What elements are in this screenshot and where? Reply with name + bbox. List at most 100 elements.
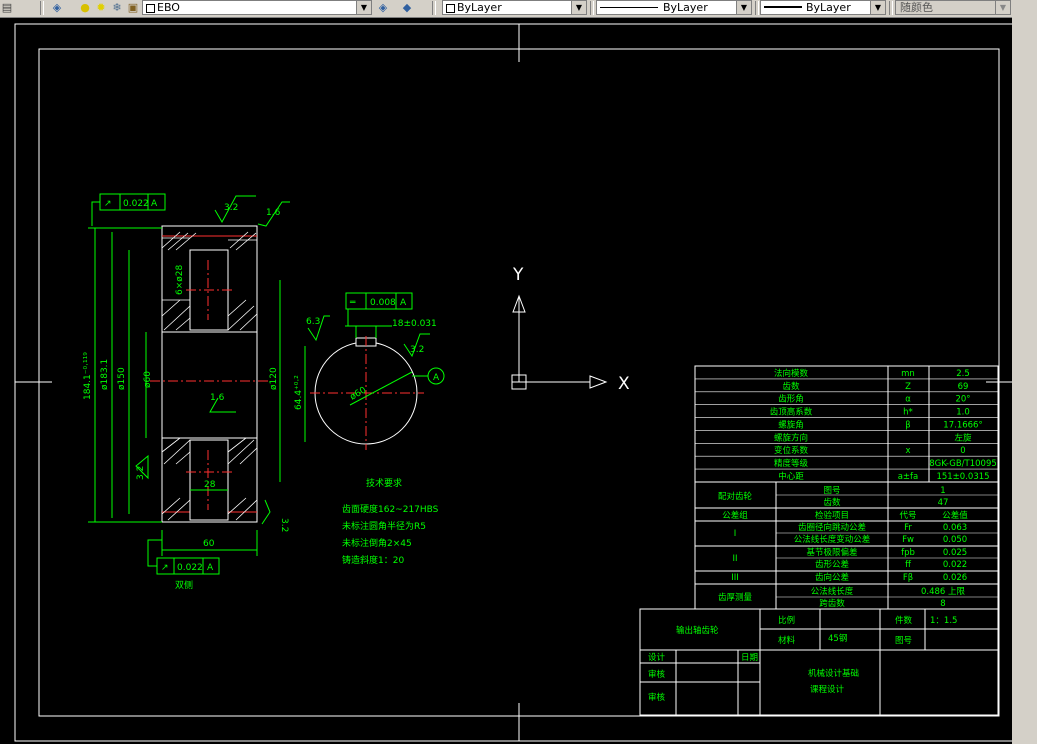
chevron-down-icon[interactable]: ▼ bbox=[995, 1, 1010, 14]
mate-value: 47 bbox=[938, 498, 949, 508]
param-value: 17.1666° bbox=[943, 420, 982, 430]
freeze-icon[interactable]: ❄ bbox=[110, 1, 124, 15]
tol-value: 0.026 bbox=[943, 573, 967, 583]
tol-name: 齿形公差 bbox=[815, 559, 849, 570]
lineweight-value: ByLayer bbox=[806, 1, 851, 14]
tol-bot-symbol: ↗ bbox=[161, 563, 169, 573]
tech-line-4: 铸造斜度1：20 bbox=[342, 554, 404, 566]
plotstyle-combo[interactable]: 随颜色 ▼ bbox=[895, 0, 1011, 15]
layers-icon[interactable]: ◈ bbox=[50, 1, 64, 15]
linetype-value: ByLayer bbox=[663, 1, 708, 14]
school-line-1: 机械设计基础 bbox=[808, 668, 859, 679]
ucs-y-label: Y bbox=[512, 265, 524, 285]
param-symbol: α bbox=[905, 395, 911, 405]
param-name: 齿形角 bbox=[778, 394, 804, 405]
group-header: 公差组 bbox=[722, 510, 748, 521]
linetype-combo[interactable]: ByLayer ▼ bbox=[596, 0, 752, 15]
key-flat-datum: A bbox=[400, 298, 407, 308]
layers-icon[interactable]: ▤ bbox=[0, 1, 14, 15]
key-rough2: 3.2 bbox=[410, 345, 424, 355]
tol-symbol: Fβ bbox=[903, 573, 913, 583]
review-label: 审核 bbox=[648, 692, 666, 703]
thickness-label: 齿厚测量 bbox=[718, 593, 753, 603]
checker-label: 审核 bbox=[648, 669, 666, 680]
lock-icon[interactable]: ▣ bbox=[126, 1, 140, 15]
param-name: 齿顶高系数 bbox=[770, 407, 813, 418]
param-symbol: β bbox=[905, 420, 910, 430]
chevron-down-icon[interactable]: ▼ bbox=[356, 1, 371, 14]
scale-label: 比例 bbox=[778, 615, 795, 626]
color-combo[interactable]: ByLayer ▼ bbox=[442, 0, 587, 15]
thickness-name: 公法线长度 bbox=[811, 586, 854, 597]
bottom-caption: 双侧 bbox=[175, 579, 193, 591]
part-name: 输出轴齿轮 bbox=[676, 625, 719, 636]
toolbar-separator bbox=[755, 1, 759, 15]
title-block: 输出轴齿轮 比例 1：1.5 材料 45钢 件数 图号 设计 审核 日期 审核 … bbox=[648, 615, 957, 703]
param-value: 8GK-GB/T10095 bbox=[929, 459, 997, 469]
rough-top2: 1.6 bbox=[266, 208, 281, 218]
sun-icon[interactable]: ✹ bbox=[94, 1, 108, 15]
datum-circle-label: A bbox=[433, 373, 440, 383]
thickness-name: 跨齿数 bbox=[819, 598, 845, 609]
param-symbol: mn bbox=[901, 369, 915, 379]
plotstyle-value: 随颜色 bbox=[900, 1, 933, 14]
param-name: 螺旋方向 bbox=[774, 432, 808, 443]
param-name: 精度等级 bbox=[774, 458, 809, 469]
school-line-2: 课程设计 bbox=[810, 684, 845, 695]
key-rough1: 6.3 bbox=[306, 317, 320, 327]
mate-key: 齿数 bbox=[823, 497, 841, 508]
toolbar-separator bbox=[889, 1, 893, 15]
rough-left: 3.2 bbox=[136, 466, 146, 480]
dim-d2: ø183.1 bbox=[100, 359, 110, 390]
dim-d5: ø120 bbox=[269, 367, 279, 390]
rough-right: 3.2 bbox=[279, 518, 289, 532]
layer-combo[interactable]: EBO ▼ bbox=[142, 0, 372, 15]
drawing-canvas[interactable]: Y X 0.022 A ↗ 3.2 1.6 184.1⁻⁰·¹¹⁹ ø183.1… bbox=[0, 18, 1012, 744]
tol-group: II bbox=[732, 554, 737, 564]
param-value: 1.0 bbox=[956, 408, 970, 418]
param-symbol: x bbox=[905, 446, 910, 456]
tol-top-datum: A bbox=[151, 199, 158, 209]
tol-symbol: Fr bbox=[904, 523, 912, 533]
lightbulb-icon[interactable]: ● bbox=[78, 1, 92, 15]
dim-d3: ø150 bbox=[117, 367, 127, 390]
tech-line-3: 未标注倒角2×45 bbox=[342, 537, 412, 549]
param-name: 变位系数 bbox=[774, 445, 809, 456]
mate-label: 配对齿轮 bbox=[718, 491, 753, 502]
layer-previous-icon[interactable]: ◆ bbox=[400, 1, 414, 15]
linetype-preview bbox=[600, 7, 658, 8]
make-current-layer-icon[interactable]: ◈ bbox=[376, 1, 390, 15]
tol-name: 公法线长度变动公差 bbox=[794, 534, 871, 545]
vertical-scrollbar[interactable] bbox=[1012, 17, 1037, 744]
param-value: 2.5 bbox=[956, 369, 970, 379]
key-flat-value: 0.008 bbox=[370, 298, 396, 308]
lineweight-preview bbox=[764, 6, 802, 8]
layer-name: EBO bbox=[157, 1, 180, 14]
tol-value: 0.022 bbox=[943, 560, 967, 570]
param-value: 20° bbox=[955, 395, 970, 405]
tech-title: 技术要求 bbox=[366, 477, 402, 489]
rough-web: 1.6 bbox=[210, 393, 225, 403]
param-value: 69 bbox=[958, 382, 969, 392]
toolbar-separator bbox=[590, 1, 594, 15]
bore-dimensions bbox=[304, 292, 445, 442]
section-dimension-texts: 0.022 A ↗ 3.2 1.6 184.1⁻⁰·¹¹⁹ ø183.1 ø15… bbox=[83, 199, 289, 591]
mate-value: 1 bbox=[940, 486, 945, 496]
param-name: 螺旋角 bbox=[778, 419, 804, 430]
chevron-down-icon[interactable]: ▼ bbox=[736, 1, 751, 14]
chevron-down-icon[interactable]: ▼ bbox=[571, 1, 586, 14]
param-value: 151±0.0315 bbox=[936, 472, 989, 482]
tol-name: 齿向公差 bbox=[815, 572, 849, 583]
key-width: 18±0.031 bbox=[392, 319, 437, 329]
ucs-x-label: X bbox=[618, 374, 630, 394]
thickness-value: 8 bbox=[940, 599, 945, 609]
tech-line-1: 齿面硬度162~217HBS bbox=[342, 503, 439, 515]
mate-key: 图号 bbox=[823, 486, 840, 496]
layer-color-swatch bbox=[146, 4, 155, 13]
tol-value: 0.063 bbox=[943, 523, 967, 533]
chevron-down-icon[interactable]: ▼ bbox=[870, 1, 885, 14]
lineweight-combo[interactable]: ByLayer ▼ bbox=[760, 0, 886, 15]
color-swatch bbox=[446, 4, 455, 13]
drawing-no-label: 图号 bbox=[895, 636, 912, 646]
toolbar-separator bbox=[40, 1, 44, 15]
